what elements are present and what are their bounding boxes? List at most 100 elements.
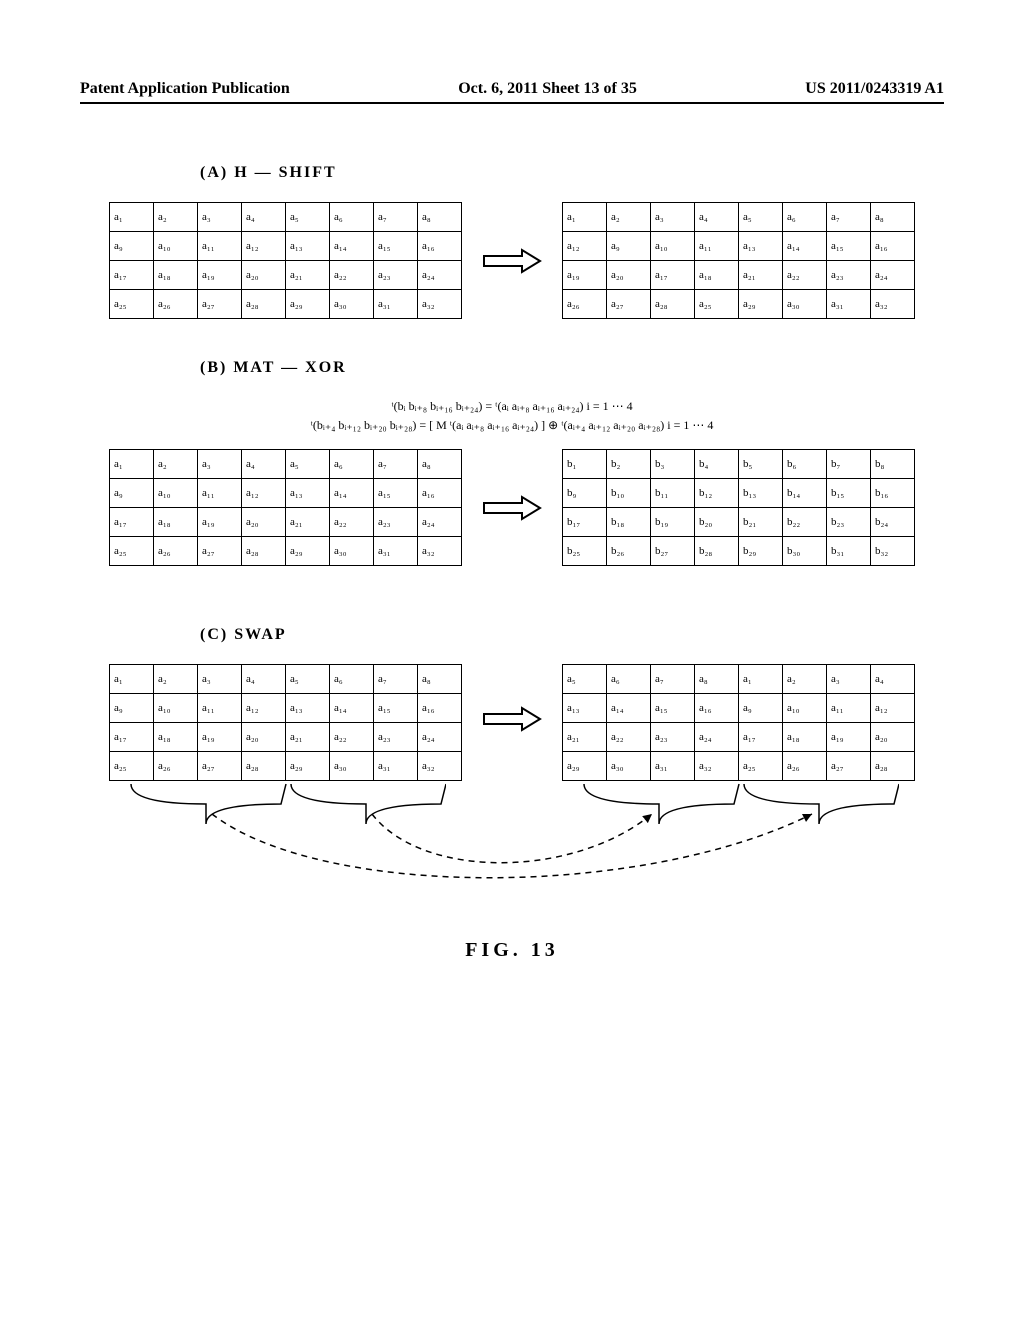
matrix-cell: a₉ bbox=[110, 232, 154, 261]
matrix-cell: a₃₂ bbox=[418, 752, 462, 781]
matrix-cell: a₁₇ bbox=[739, 723, 783, 752]
matrix-cell: a₇ bbox=[374, 450, 418, 479]
matrix-cell: a₂₃ bbox=[827, 261, 871, 290]
matrix-cell: a₃ bbox=[827, 665, 871, 694]
matrix-cell: a₉ bbox=[739, 694, 783, 723]
matrix-cell: a₁₄ bbox=[783, 232, 827, 261]
matrix-cell: a₂₆ bbox=[563, 290, 607, 319]
matrix-cell: a₂₄ bbox=[695, 723, 739, 752]
matrix-cell: a₄ bbox=[695, 203, 739, 232]
matrix-cell: b₂₉ bbox=[739, 537, 783, 566]
matrix-cell: a₂₉ bbox=[563, 752, 607, 781]
matrix-cell: a₁₅ bbox=[374, 479, 418, 508]
matrix-cell: a₂ bbox=[154, 450, 198, 479]
matxor-formulas: ᵗ(bᵢ bᵢ₊₈ bᵢ₊₁₆ bᵢ₊₂₄) = ᵗ(aᵢ aᵢ₊₈ aᵢ₊₁₆… bbox=[80, 397, 944, 435]
matrix-cell: a₆ bbox=[330, 450, 374, 479]
matrix-cell: a₃₁ bbox=[651, 752, 695, 781]
matrix-cell: a₈ bbox=[418, 665, 462, 694]
matrix-cell: b₅ bbox=[739, 450, 783, 479]
matrix-cell: a₅ bbox=[286, 665, 330, 694]
matrix-cell: a₁₆ bbox=[871, 232, 915, 261]
section-b-diagram: a₁a₂a₃a₄a₅a₆a₇a₈a₉a₁₀a₁₁a₁₂a₁₃a₁₄a₁₅a₁₆a… bbox=[80, 449, 944, 566]
matrix-cell: a₁₉ bbox=[198, 508, 242, 537]
matrix-cell: b₁₄ bbox=[783, 479, 827, 508]
matrix-cell: a₁₁ bbox=[198, 694, 242, 723]
matrix-cell: a₂₉ bbox=[739, 290, 783, 319]
matrix-cell: a₁₄ bbox=[330, 694, 374, 723]
matrix-cell: b₁₀ bbox=[607, 479, 651, 508]
matrix-cell: a₂₈ bbox=[651, 290, 695, 319]
matrix-cell: a₂₅ bbox=[110, 752, 154, 781]
matrix-cell: a₂₄ bbox=[418, 723, 462, 752]
matrix-cell: a₄ bbox=[871, 665, 915, 694]
matrix-cell: a₂₁ bbox=[286, 508, 330, 537]
matrix-cell: b₂₆ bbox=[607, 537, 651, 566]
matrix-cell: a₃ bbox=[198, 203, 242, 232]
matrix-cell: a₁₃ bbox=[286, 479, 330, 508]
matrix-cell: a₁₄ bbox=[330, 232, 374, 261]
formula-2: ᵗ(bᵢ₊₄ bᵢ₊₁₂ bᵢ₊₂₀ bᵢ₊₂₈) = [ M ᵗ(aᵢ aᵢ₊… bbox=[80, 416, 944, 435]
matrix-cell: a₁₀ bbox=[154, 479, 198, 508]
matrix-cell: a₁₂ bbox=[871, 694, 915, 723]
matrix-cell: a₃₀ bbox=[607, 752, 651, 781]
matrix-cell: a₂₈ bbox=[242, 537, 286, 566]
matrix-cell: a₂₄ bbox=[418, 261, 462, 290]
matrix-cell: b₁ bbox=[563, 450, 607, 479]
matrix-cell: b₁₁ bbox=[651, 479, 695, 508]
matrix-cell: a₁₂ bbox=[563, 232, 607, 261]
swap-crossover-icon bbox=[80, 809, 944, 889]
page: Patent Application Publication Oct. 6, 2… bbox=[0, 0, 1024, 1320]
matrix-a-input: a₁a₂a₃a₄a₅a₆a₇a₈a₉a₁₀a₁₁a₁₂a₁₃a₁₄a₁₅a₁₆a… bbox=[109, 202, 462, 319]
matrix-cell: a₂₁ bbox=[739, 261, 783, 290]
matrix-cell: a₁₆ bbox=[418, 694, 462, 723]
section-a-label: (A) H — SHIFT bbox=[200, 164, 944, 182]
matrix-cell: a₂ bbox=[607, 203, 651, 232]
matrix-cell: a₁₆ bbox=[695, 694, 739, 723]
matrix-cell: a₂₅ bbox=[739, 752, 783, 781]
matrix-cell: a₂₆ bbox=[154, 752, 198, 781]
matrix-cell: a₂₂ bbox=[330, 261, 374, 290]
matrix-cell: a₂₅ bbox=[110, 290, 154, 319]
matrix-cell: a₁ bbox=[110, 450, 154, 479]
matrix-cell: a₂₀ bbox=[242, 723, 286, 752]
matrix-cell: b₈ bbox=[871, 450, 915, 479]
matrix-cell: a₁ bbox=[110, 203, 154, 232]
matrix-cell: a₄ bbox=[242, 665, 286, 694]
page-header: Patent Application Publication Oct. 6, 2… bbox=[80, 80, 944, 104]
matrix-cell: a₂₅ bbox=[110, 537, 154, 566]
matrix-cell: a₃₁ bbox=[827, 290, 871, 319]
matrix-cell: a₁₇ bbox=[110, 508, 154, 537]
matrix-cell: a₂₆ bbox=[154, 290, 198, 319]
matrix-cell: b₁₈ bbox=[607, 508, 651, 537]
matrix-cell: a₇ bbox=[827, 203, 871, 232]
matrix-cell: a₂₇ bbox=[827, 752, 871, 781]
matrix-cell: a₂₀ bbox=[242, 261, 286, 290]
matrix-cell: b₂₂ bbox=[783, 508, 827, 537]
matrix-cell: b₂₃ bbox=[827, 508, 871, 537]
matrix-cell: a₃ bbox=[198, 665, 242, 694]
matrix-cell: a₃ bbox=[198, 450, 242, 479]
matrix-cell: a₁₀ bbox=[783, 694, 827, 723]
matrix-cell: a₅ bbox=[286, 203, 330, 232]
matrix-cell: a₂₆ bbox=[154, 537, 198, 566]
matrix-cell: a₇ bbox=[374, 665, 418, 694]
matrix-cell: a₂₀ bbox=[607, 261, 651, 290]
matrix-cell: a₂₇ bbox=[198, 290, 242, 319]
matrix-cell: a₆ bbox=[330, 203, 374, 232]
matrix-cell: a₁₀ bbox=[154, 232, 198, 261]
matrix-cell: a₁₇ bbox=[110, 261, 154, 290]
matrix-cell: a₃₁ bbox=[374, 290, 418, 319]
matrix-cell: a₁₅ bbox=[374, 232, 418, 261]
matrix-cell: a₂ bbox=[783, 665, 827, 694]
matrix-cell: a₃₀ bbox=[330, 752, 374, 781]
matrix-cell: b₃₂ bbox=[871, 537, 915, 566]
matrix-cell: a₂ bbox=[154, 203, 198, 232]
matrix-cell: b₁₅ bbox=[827, 479, 871, 508]
matrix-cell: a₂₇ bbox=[198, 752, 242, 781]
matrix-cell: a₂₄ bbox=[871, 261, 915, 290]
matrix-cell: a₃ bbox=[651, 203, 695, 232]
matrix-cell: a₁₈ bbox=[695, 261, 739, 290]
matrix-cell: a₁₂ bbox=[242, 694, 286, 723]
header-center: Oct. 6, 2011 Sheet 13 of 35 bbox=[458, 80, 637, 98]
matrix-cell: a₂₇ bbox=[607, 290, 651, 319]
